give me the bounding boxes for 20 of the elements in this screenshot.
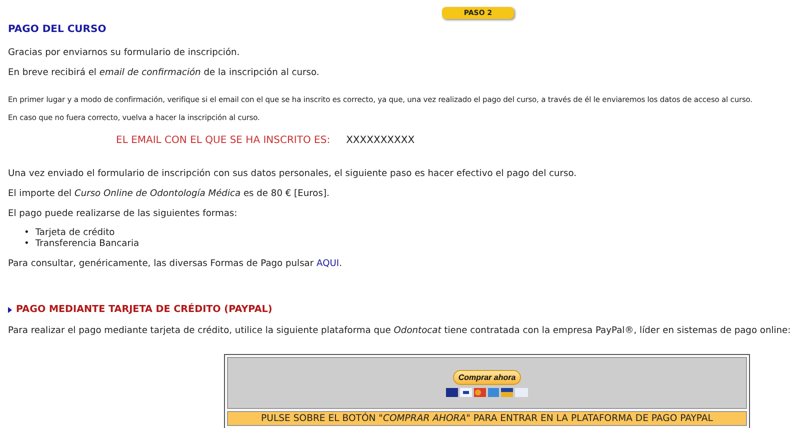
bullet: •	[24, 239, 30, 250]
period-text: .	[339, 259, 342, 269]
buy-now-button[interactable]: Comprar ahora	[453, 370, 521, 384]
section-title: PAGO MEDIANTE TARJETA DE CRÉDITO (PAYPAL)	[16, 304, 272, 315]
payment-method: Tarjeta de crédito	[35, 228, 115, 239]
page-heading: PAGO DEL CURSO	[8, 24, 108, 35]
instruction-text: PULSE SOBRE EL BOTÓN "COMPRAR AHORA" PARA ENTRAR EN LA PLATAFORMA DE PAGO PAYPAL	[261, 413, 713, 424]
bullet: •	[24, 228, 30, 239]
aqui-link[interactable]: AQUI	[316, 259, 340, 269]
paragraph: En breve recibirá el email de confirmación de la inscripción al curso.	[8, 68, 320, 78]
paragraph: Para consultar, genéricamente, las diversas Formas de Pago pulsar	[8, 259, 315, 269]
bullet-arrow-icon	[8, 306, 12, 312]
paragraph: Una vez enviado el formulario de inscripción con sus datos personales, el siguiente paso es hacer efectivo el pago del curso.	[8, 169, 577, 179]
paragraph: Para realizar el pago mediante tarjeta de crédito, utilice la siguiente plataforma que Odontocat tiene contratada con la empresa PayPal®, líder en sistemas de pago online:	[8, 326, 791, 336]
payment-method: Transferencia Bancaria	[35, 239, 140, 250]
email-value: XXXXXXXXXX	[346, 135, 415, 146]
paragraph: Gracias por enviarnos su formulario de inscripción.	[8, 48, 240, 58]
paragraph: El importe del Curso Online de Odontología Médica es de 80 € [Euros].	[8, 189, 330, 199]
paragraph: El pago puede realizarse de las siguientes formas:	[8, 209, 238, 219]
email-label: EL EMAIL CON EL QUE SE HA INSCRITO ES:	[116, 135, 330, 146]
